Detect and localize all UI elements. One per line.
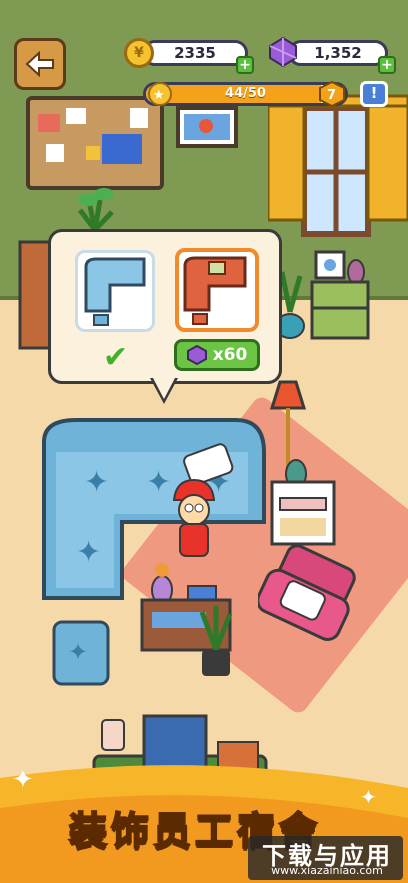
xp-progress-text: 44/50 — [225, 86, 266, 101]
potted-plant-wall — [78, 188, 114, 232]
bookshelf — [18, 240, 52, 350]
red-sofa-thumbnail — [183, 256, 247, 325]
popup-tail-inner — [153, 378, 175, 399]
coin-amount: 2335 — [174, 44, 216, 62]
svg-text:✦: ✦ — [76, 535, 101, 570]
buy-red-sofa-button[interactable]: x60 — [174, 339, 260, 371]
coin-counter: 2335 — [142, 40, 248, 66]
watermark-url: www.xiazainiao.com — [271, 864, 383, 877]
level-badge: 7 — [319, 80, 345, 108]
arrow-left-icon — [25, 51, 54, 77]
add-coins-button[interactable]: + — [236, 56, 254, 74]
nightstand — [270, 459, 336, 546]
blue-ottoman[interactable]: ✦ — [52, 620, 110, 688]
level-number: 7 — [327, 88, 336, 103]
gem-amount: 1,352 — [314, 44, 362, 62]
info-button[interactable]: ! — [360, 81, 388, 107]
game-scene: ✦ ✦ ✦ ✦ ✦ 2335 ¥ + 1,352 + 44/50 ★ 7 ! ✔… — [0, 0, 408, 883]
option-blue-sofa[interactable] — [75, 250, 155, 332]
player-character — [172, 478, 216, 557]
window — [268, 94, 408, 237]
pink-armchair — [258, 544, 356, 641]
coin-icon: ¥ — [124, 38, 154, 68]
back-button[interactable] — [14, 38, 66, 90]
svg-text:✦: ✦ — [12, 765, 34, 795]
svg-text:✦: ✦ — [360, 785, 377, 809]
side-dresser — [310, 250, 370, 340]
blue-sofa-thumbnail — [84, 257, 146, 326]
add-gems-button[interactable]: + — [378, 56, 396, 74]
gem-counter: 1,352 — [288, 40, 388, 66]
star-icon: ★ — [148, 82, 172, 106]
gem-icon — [186, 345, 207, 365]
wall-painting — [176, 106, 238, 148]
selected-checkmark-icon: ✔ — [103, 340, 129, 375]
svg-text:✦: ✦ — [68, 638, 88, 666]
gem-icon — [269, 36, 297, 68]
price-label: x60 — [212, 345, 248, 365]
svg-text:✦: ✦ — [84, 465, 109, 500]
option-red-sofa[interactable] — [175, 248, 259, 332]
potted-plant-floor — [199, 606, 233, 676]
svg-text:★: ★ — [153, 88, 165, 103]
